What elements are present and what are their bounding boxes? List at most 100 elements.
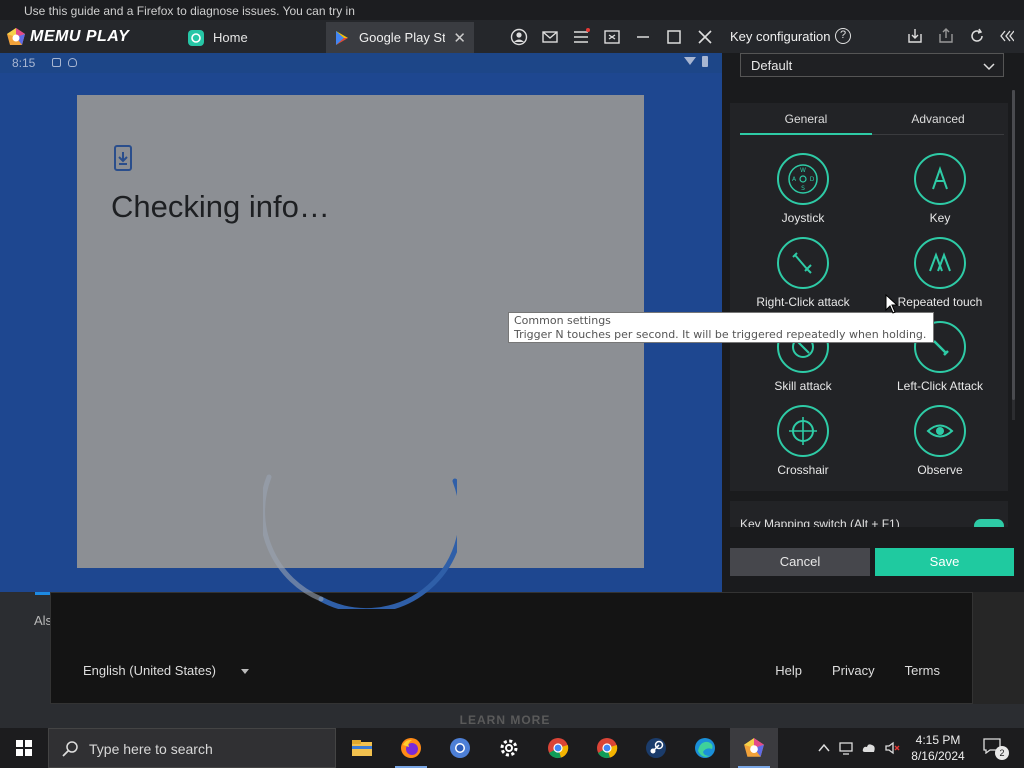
taskbar-file-explorer[interactable] [338,728,386,768]
close-icon[interactable] [696,28,714,46]
memu-titlebar: MEMU PLAY Home Google Play Sto ✕ [0,20,722,53]
taskbar-settings[interactable] [485,728,533,768]
svg-text:A: A [792,176,797,183]
footer-links: Help Privacy Terms [775,663,940,678]
tab-close-icon[interactable]: ✕ [453,29,466,47]
collapse-panel-icon[interactable] [998,28,1014,44]
memu-logo: MEMU PLAY [6,27,129,47]
taskbar-date: 8/16/2024 [911,749,965,763]
memu-window: MEMU PLAY Home Google Play Sto ✕ 8:15 Ch… [0,20,1024,609]
active-tab-indicator [740,133,872,135]
phone-download-icon [114,145,132,171]
search-placeholder: Type here to search [89,741,213,757]
observe-label: Observe [917,463,963,477]
left-click-attack-label: Left-Click Attack [896,379,984,393]
steam-icon [646,738,666,758]
taskbar-time: 4:15 PM [915,733,961,747]
tooltip-title: Common settings [514,314,611,327]
preset-value: Default [751,58,793,73]
key-config-title: Key configuration [730,29,831,44]
memu-brand: MEMU PLAY [30,28,130,45]
memu-home-icon [188,29,204,46]
key-a-icon [932,165,948,190]
cloud-icon[interactable] [861,740,877,756]
notification-icon [52,58,61,67]
tooltip: Common settings Trigger N touches per se… [508,312,934,343]
language-selector[interactable]: English (United States) [83,663,216,678]
learn-more-link[interactable]: LEARN MORE [0,713,1010,727]
shield-icon [68,58,77,67]
chevron-down-icon[interactable] [241,669,249,674]
taskbar-clock[interactable]: 4:15 PM 8/16/2024 [898,732,978,764]
loading-spinner-icon [263,474,457,609]
key-mapping-switch-label: Key Mapping switch (Alt + F1) [740,517,900,527]
panel-scrollbar-thumb[interactable] [1012,90,1015,400]
right-click-attack-label: Right-Click attack [756,295,850,309]
background-header-strip: Use this guide and a Firefox to diagnose… [0,0,1024,22]
maximize-icon[interactable] [665,28,683,46]
taskbar-chrome[interactable] [534,728,582,768]
footer-link-terms[interactable]: Terms [905,663,940,678]
memu-logo-icon [7,28,25,45]
footer-link-privacy[interactable]: Privacy [832,663,875,678]
refresh-icon[interactable] [969,28,985,44]
screen-record-icon[interactable] [603,28,621,46]
save-button[interactable]: Save [875,548,1014,576]
menu-icon[interactable] [572,28,590,46]
android-status-bar: 8:15 [0,53,722,73]
wifi-icon [684,57,696,65]
minimize-icon[interactable] [634,28,652,46]
svg-text:W: W [800,167,806,174]
observe-button[interactable]: Observe [880,405,1000,477]
tab-general[interactable]: General [740,112,872,126]
import-icon[interactable] [907,28,923,44]
memu-icon [744,738,764,757]
search-icon [62,741,78,757]
key-button[interactable]: Key [880,153,1000,225]
joystick-button[interactable]: W A D S Joystick [743,153,863,225]
key-config-tabs: General Advanced [740,105,1004,135]
key-label: Key [929,211,951,225]
help-icon[interactable]: ? [835,28,851,44]
taskbar-chrome-blue[interactable] [436,728,484,768]
preset-dropdown[interactable]: Default [740,53,1004,77]
crosshair-label: Crosshair [777,463,829,477]
key-configuration-panel: Key configuration ? Default General Adva… [722,20,1024,592]
footer-link-help[interactable]: Help [775,663,802,678]
joystick-label: Joystick [781,211,825,225]
tab-google-play[interactable]: Google Play Sto ✕ [326,22,474,53]
repeated-touch-icon [929,252,951,272]
mouse-cursor-icon [885,294,899,314]
tab-home[interactable]: Home [180,22,320,53]
chevron-up-icon[interactable] [816,740,832,756]
cancel-button[interactable]: Cancel [730,548,870,576]
right-click-attack-button[interactable]: Right-Click attack [743,237,863,309]
taskbar-chrome-2[interactable] [583,728,631,768]
battery-icon [702,56,708,67]
start-button[interactable] [0,728,48,768]
chevron-down-icon [983,63,995,71]
tab-google-play-label: Google Play Sto [359,30,445,45]
export-icon[interactable] [938,28,954,44]
svg-text:D: D [810,176,815,183]
account-icon[interactable] [510,28,528,46]
taskbar-search-box[interactable]: Type here to search [48,728,336,768]
taskbar-firefox[interactable] [387,728,435,768]
taskbar-edge[interactable] [681,728,729,768]
chrome-blue-icon [450,738,470,758]
notification-center-button[interactable]: 2 [983,738,1009,760]
tooltip-text: Trigger N touches per second. It will be… [514,328,927,341]
windows-logo-icon [16,740,32,756]
tab-home-label: Home [213,30,248,45]
network-icon[interactable] [838,740,854,756]
tab-advanced[interactable]: Advanced [872,112,1004,126]
android-clock: 8:15 [12,56,36,70]
skill-attack-label: Skill attack [774,379,832,393]
key-mapping-toggle[interactable] [974,519,1004,527]
mail-icon[interactable] [541,28,559,46]
crosshair-button[interactable]: Crosshair [743,405,863,477]
taskbar-memu[interactable] [730,728,778,768]
taskbar-steam[interactable] [632,728,680,768]
settings-icon [500,739,518,757]
dialog-title: Checking info… [111,189,330,224]
